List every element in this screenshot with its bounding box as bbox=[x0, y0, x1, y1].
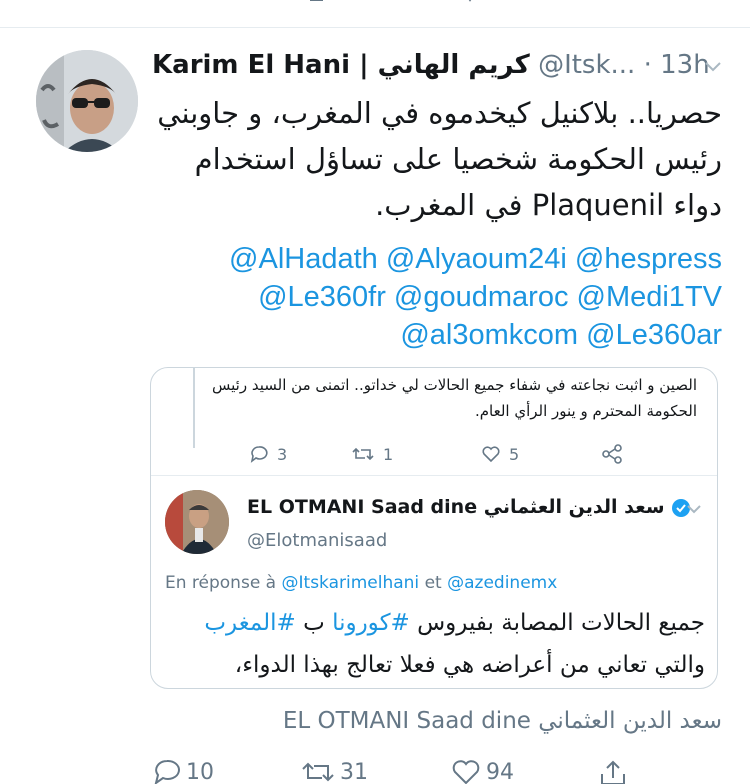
heart-icon bbox=[452, 760, 480, 784]
mentions-block: @AlHadath @Alyaoum24i @hespress @Le360fr… bbox=[152, 240, 722, 354]
quoted-profile-photo bbox=[165, 490, 229, 554]
thread-line bbox=[193, 368, 195, 448]
retweet-icon bbox=[352, 447, 374, 461]
share-button[interactable] bbox=[598, 758, 628, 784]
reply-and: et bbox=[424, 573, 442, 593]
quoted-text-part: جميع الحالات المصابة بفيروس bbox=[409, 610, 705, 636]
retweet-icon bbox=[302, 762, 334, 782]
share-icon bbox=[602, 444, 622, 464]
quoted-handle[interactable]: @Elotmanisaad bbox=[247, 530, 387, 551]
embedded-screenshot[interactable]: الصين و اثبت نجاعته في شفاء جميع الحالات… bbox=[150, 367, 718, 689]
mention-link[interactable]: @AlHadath bbox=[229, 243, 378, 275]
mention-link[interactable]: @Le360ar bbox=[586, 319, 722, 351]
like-icon[interactable] bbox=[455, 0, 485, 8]
retweet-count: 31 bbox=[340, 759, 368, 784]
chevron-down-icon[interactable] bbox=[685, 500, 703, 518]
retweet-action[interactable]: 1 bbox=[351, 444, 393, 464]
like-button[interactable]: 94 bbox=[450, 758, 514, 784]
like-count: 5 bbox=[509, 444, 520, 464]
reply-icon bbox=[154, 759, 180, 784]
like-action[interactable]: 5 bbox=[481, 444, 519, 464]
handle-time[interactable]: @Itsk... · 13h bbox=[538, 50, 710, 80]
display-name[interactable]: Karim El Hani | كريم الهاني bbox=[152, 50, 530, 80]
previous-tweet-actions bbox=[0, 0, 750, 14]
mention-link[interactable]: @Medi1TV bbox=[577, 281, 722, 313]
reply-icon bbox=[250, 446, 268, 463]
image-caption: EL OTMANI Saad dine سعد الدين العثماني bbox=[282, 708, 722, 734]
tweet-text: حصريا.. بلاكنيل كيخدموه في المغرب، و جاو… bbox=[157, 96, 722, 222]
reply-icon[interactable] bbox=[155, 0, 185, 8]
tweet-actions: 10 31 94 bbox=[152, 756, 722, 784]
reply-mention-link[interactable]: @azedinemx bbox=[447, 573, 557, 593]
quoted-text-part: والتي تعاني من أعراضه هي فعلا تعالج بهذا… bbox=[234, 652, 705, 678]
tweet-divider bbox=[0, 27, 750, 28]
reply-action[interactable]: 3 bbox=[249, 444, 287, 464]
mention-link[interactable]: @Alyaoum24i bbox=[386, 243, 567, 275]
reply-count: 10 bbox=[186, 759, 214, 784]
previous-tweet-actions-row: 3 1 5 bbox=[241, 442, 681, 472]
previous-tweet-text: الصين و اثبت نجاعته في شفاء جميع الحالات… bbox=[212, 376, 697, 420]
retweet-count: 1 bbox=[383, 444, 394, 464]
reply-context: En réponse à @Itskarimelhani et @azedine… bbox=[165, 573, 557, 593]
reply-button[interactable]: 10 bbox=[152, 758, 214, 784]
hashtag-link[interactable]: #كورونا bbox=[332, 610, 410, 636]
mention-link[interactable]: @hespress bbox=[575, 243, 722, 275]
quoted-avatar[interactable] bbox=[165, 490, 229, 554]
tweet-header: Karim El Hani | كريم الهاني @Itsk... · 1… bbox=[152, 47, 732, 83]
reply-mention-link[interactable]: @Itskarimelhani bbox=[282, 573, 420, 593]
retweet-icon[interactable] bbox=[305, 0, 335, 8]
share-icon[interactable] bbox=[603, 0, 633, 8]
profile-photo bbox=[36, 50, 138, 152]
embed-divider bbox=[151, 475, 717, 476]
mention-link[interactable]: @goudmaroc bbox=[394, 281, 569, 313]
mention-link[interactable]: @Le360fr bbox=[258, 281, 386, 313]
quoted-display-name[interactable]: EL OTMANI Saad dine سعد الدين العثماني bbox=[247, 496, 695, 518]
chevron-down-icon[interactable] bbox=[702, 55, 724, 77]
reply-prefix: En réponse à bbox=[165, 573, 277, 593]
reply-count: 3 bbox=[277, 444, 288, 464]
mention-link[interactable]: @al3omkcom bbox=[400, 319, 578, 351]
like-count: 94 bbox=[486, 759, 514, 784]
share-action[interactable] bbox=[601, 444, 623, 464]
avatar[interactable] bbox=[36, 50, 138, 152]
quoted-tweet-text: جميع الحالات المصابة بفيروس #كورونا ب #ا… bbox=[165, 602, 705, 686]
retweet-button[interactable]: 31 bbox=[300, 758, 368, 784]
heart-icon bbox=[482, 446, 500, 463]
share-icon bbox=[601, 760, 625, 784]
quoted-text-part: ب bbox=[295, 610, 333, 636]
hashtag-link[interactable]: #المغرب bbox=[204, 610, 295, 636]
quoted-name-text: EL OTMANI Saad dine سعد الدين العثماني bbox=[247, 496, 665, 518]
